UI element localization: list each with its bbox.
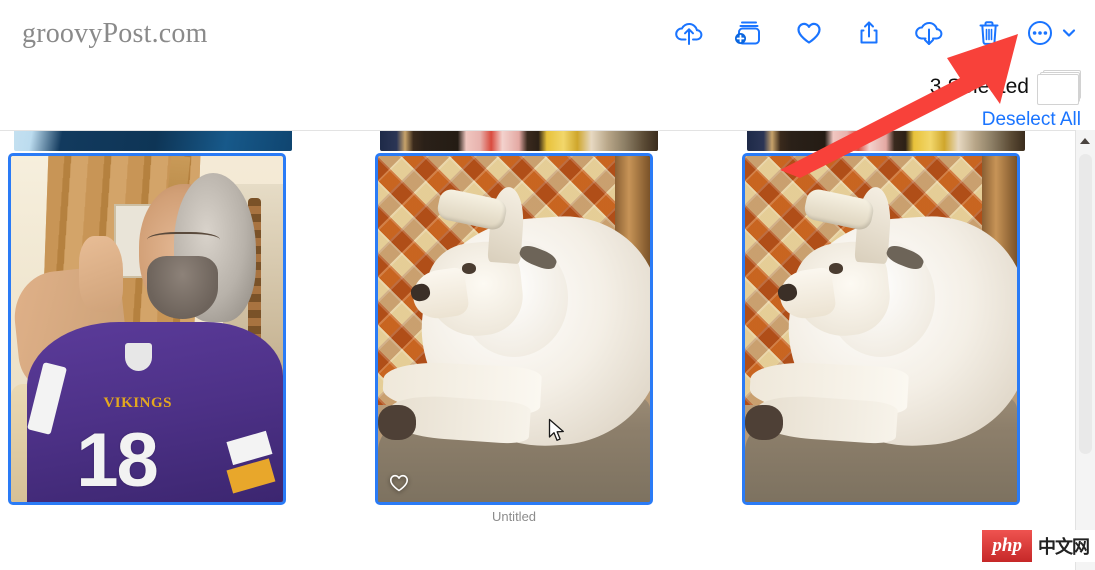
photo-caption (742, 509, 1020, 525)
add-to-album-icon (734, 19, 764, 47)
selected-count-label: 3 Selected (929, 74, 1029, 98)
php-watermark-badge: php 中文网 (982, 530, 1095, 562)
photo-image (378, 156, 650, 502)
upload-to-icloud-icon (674, 19, 704, 47)
selected-thumbnail-stack (1037, 70, 1081, 105)
dog-photo-artwork (378, 156, 650, 502)
share-icon (854, 19, 884, 47)
selfie-photo-artwork: VIKINGS 18 (11, 156, 283, 502)
photo-thumbnail-dog-2[interactable] (742, 153, 1020, 505)
upload-to-icloud-button[interactable] (659, 10, 719, 56)
photo-cell: Untitled (375, 153, 653, 525)
jersey-number: 18 (76, 417, 159, 502)
previous-row-clipped (0, 131, 1076, 153)
photo-grid: VIKINGS 18 Untitled (0, 153, 1076, 570)
photo-caption: Untitled (491, 509, 537, 524)
photos-toolbar (659, 10, 1085, 56)
selection-info: 3 Selected Deselect All (930, 70, 1081, 131)
scroll-up-arrow-icon[interactable] (1080, 138, 1090, 144)
clipped-photo-1[interactable] (14, 131, 292, 151)
photo-favorite-heart-icon[interactable] (388, 472, 410, 494)
vertical-scrollbar[interactable] (1075, 130, 1095, 570)
clipped-photo-3[interactable] (747, 131, 1025, 151)
clipped-photo-2[interactable] (380, 131, 658, 151)
download-button[interactable] (899, 10, 959, 56)
php-word-label: 中文网 (1032, 530, 1095, 562)
delete-button[interactable] (959, 10, 1019, 56)
photo-caption (8, 509, 286, 525)
scrollbar-thumb[interactable] (1079, 154, 1092, 454)
more-options-icon (1026, 19, 1054, 47)
photo-cell: VIKINGS 18 (8, 153, 286, 525)
download-icon (914, 19, 944, 47)
trash-icon (974, 19, 1004, 47)
share-button[interactable] (839, 10, 899, 56)
add-to-album-button[interactable] (719, 10, 779, 56)
chevron-down-icon (1060, 24, 1078, 42)
favorite-heart-icon (794, 19, 824, 47)
photo-grid-scroll-area[interactable]: VIKINGS 18 Untitled (0, 130, 1076, 570)
top-bar: groovyPost.com 3 Selected Deselect All (0, 0, 1095, 130)
more-options-button[interactable] (1019, 10, 1085, 56)
photo-thumbnail-selfie[interactable]: VIKINGS 18 (8, 153, 286, 505)
deselect-all-link[interactable]: Deselect All (930, 109, 1081, 131)
favorite-button[interactable] (779, 10, 839, 56)
jersey-wordmark: VIKINGS (103, 395, 172, 412)
photo-image: VIKINGS 18 (11, 156, 283, 502)
thumbnail-sheet-front (1037, 74, 1079, 105)
php-chip-label: php (982, 530, 1032, 562)
photo-cell (742, 153, 1020, 525)
photo-image (745, 156, 1017, 502)
dog-photo-artwork (745, 156, 1017, 502)
icloud-photos-window: groovyPost.com 3 Selected Deselect All V… (0, 0, 1095, 570)
photo-thumbnail-dog-1[interactable] (375, 153, 653, 505)
site-watermark: groovyPost.com (22, 18, 208, 49)
